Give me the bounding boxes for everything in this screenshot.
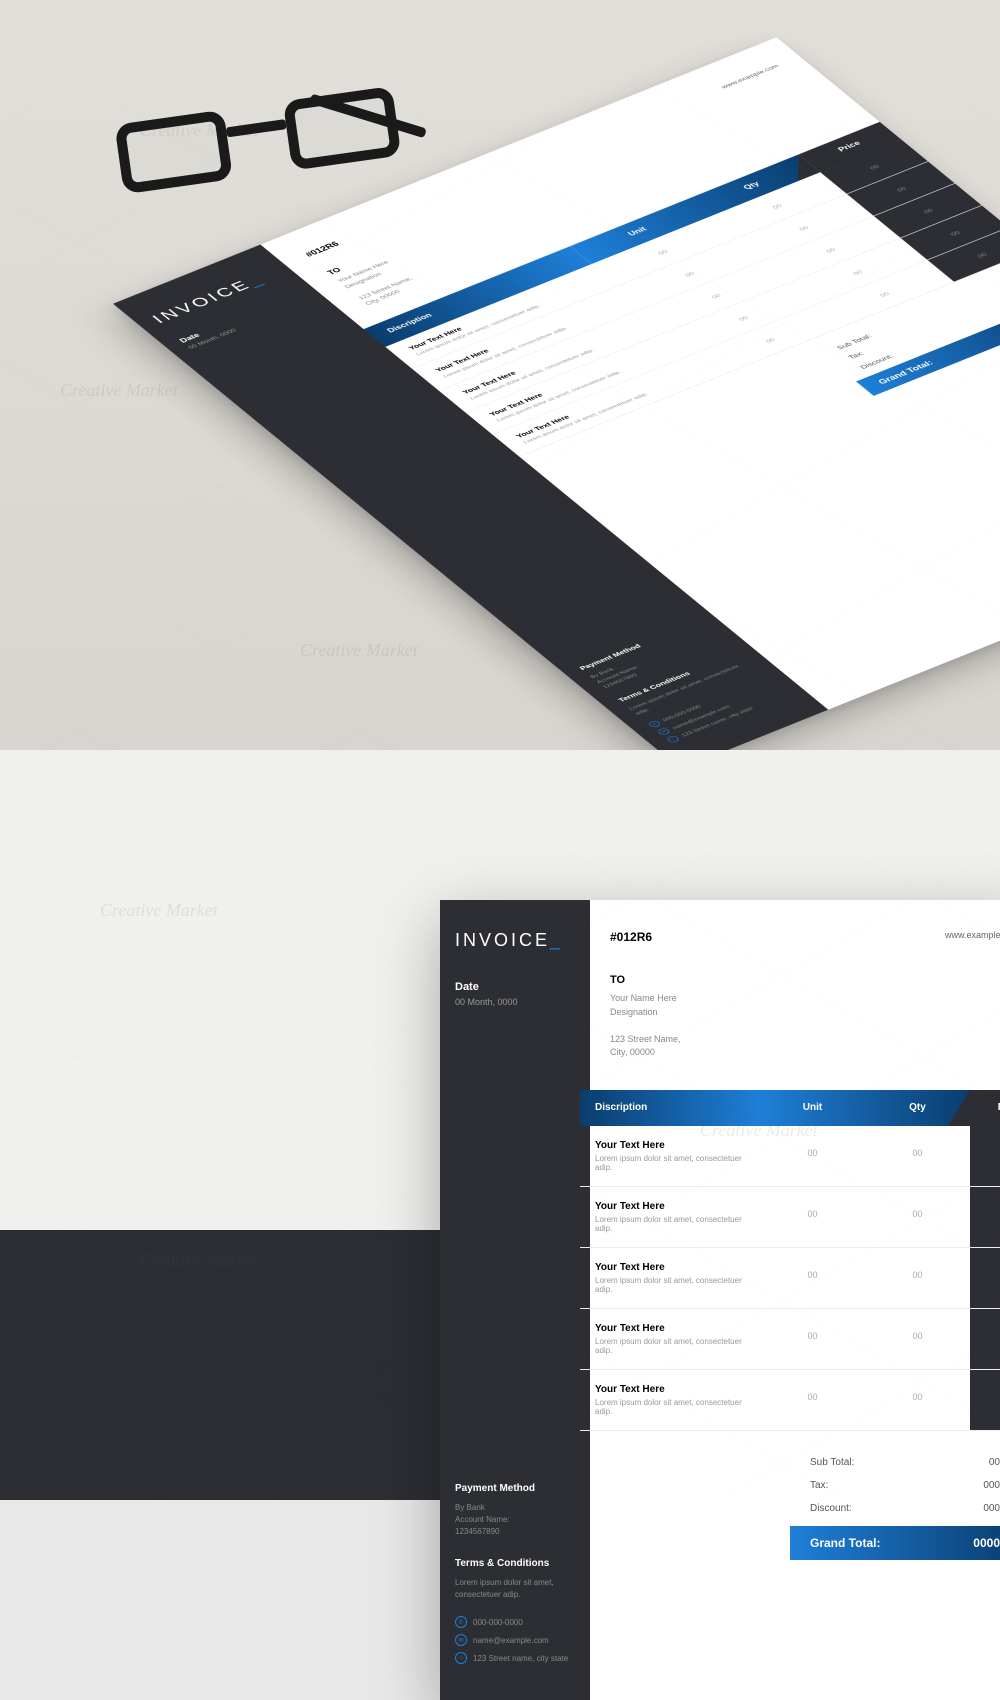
totals-block: Sub Total: 00 Tax: 000 Discount: 000 Grand …: [790, 1451, 1000, 1560]
invoice-sidebar: INVOICE_ Date 00 Month, 0000 Payment Met…: [440, 900, 590, 1700]
mockup-flat-section: INVOICE_ Date 00 Month, 0000 Payment Met…: [0, 750, 1000, 1500]
row-subtitle: Lorem ipsum dolor sit amet, consectetuer…: [595, 1276, 745, 1294]
table-row: Your Text Here Lorem ipsum dolor sit amet…: [580, 1248, 1000, 1309]
date-value: 00 Month, 0000: [455, 997, 575, 1007]
row-title: Your Text Here: [595, 1262, 745, 1273]
terms-text: Lorem ipsum dolor sit amet, consectetuer…: [455, 1577, 575, 1601]
invoice-number: #012R6: [610, 930, 652, 944]
row-price: 00: [970, 1248, 1000, 1308]
contact-block: ✆000-000-0000 ✉name@example.com ⌂123 Str…: [647, 676, 793, 746]
invoice-main: #012R6 www.example.com TO Your Name Here…: [590, 900, 1000, 1700]
watermark-text: Creative Market: [140, 1250, 258, 1271]
mockup-perspective-section: INVOICE_ Date 00 Month, 0000 Payment Met…: [0, 0, 1000, 750]
row-unit: 00: [760, 1384, 865, 1416]
row-price: 00: [970, 1126, 1000, 1186]
payment-method-text: By Bank Account Name: 1234567890: [455, 1502, 575, 1538]
row-subtitle: Lorem ipsum dolor sit amet, consectetuer…: [595, 1337, 745, 1355]
email-icon: ✉: [455, 1634, 467, 1646]
to-label: TO: [610, 974, 1000, 986]
invoice-number: #012R6: [303, 240, 341, 258]
subtotal-value: 00: [989, 1457, 1000, 1468]
row-unit: 00: [760, 1201, 865, 1233]
row-price: 00: [970, 1370, 1000, 1430]
website-url: www.example.com: [720, 63, 783, 91]
row-unit: 00: [760, 1140, 865, 1172]
row-price: 00: [970, 1187, 1000, 1247]
location-icon: ⌂: [666, 735, 681, 744]
watermark-text: Creative Market: [300, 640, 418, 661]
row-qty: 00: [865, 1384, 970, 1416]
table-row: Your Text Here Lorem ipsum dolor sit amet…: [580, 1187, 1000, 1248]
row-subtitle: Lorem ipsum dolor sit amet, consectetuer…: [595, 1398, 745, 1416]
terms-label: Terms & Conditions: [455, 1558, 575, 1569]
row-qty: 00: [865, 1323, 970, 1355]
location-icon: ⌂: [455, 1652, 467, 1664]
row-unit: 00: [760, 1262, 865, 1294]
grand-total-label: Grand Total:: [810, 1536, 880, 1550]
table-row: Your Text Here Lorem ipsum dolor sit amet…: [580, 1309, 1000, 1370]
to-details: Your Name Here Designation 123 Street Na…: [610, 992, 1000, 1060]
invoice-document-flat: INVOICE_ Date 00 Month, 0000 Payment Met…: [440, 900, 1000, 1700]
phone-icon: ✆: [455, 1616, 467, 1628]
contact-block: ✆000-000-0000 ✉name@example.com ⌂123 Str…: [455, 1616, 575, 1670]
row-title: Your Text Here: [595, 1323, 745, 1334]
row-subtitle: Lorem ipsum dolor sit amet, consectetuer…: [595, 1215, 745, 1233]
discount-label: Discount:: [810, 1503, 852, 1514]
watermark-text: Creative Market: [60, 380, 178, 401]
row-title: Your Text Here: [595, 1384, 745, 1395]
discount-value: 000: [983, 1503, 1000, 1514]
watermark-text: Creative Market: [100, 900, 218, 921]
payment-method-label: Payment Method: [455, 1483, 575, 1494]
tax-label: Tax:: [810, 1480, 828, 1491]
row-title: Your Text Here: [595, 1140, 745, 1151]
email-icon: ✉: [656, 727, 671, 736]
row-subtitle: Lorem ipsum dolor sit amet, consectetuer…: [595, 1154, 745, 1172]
row-price: 00: [970, 1309, 1000, 1369]
row-qty: 00: [865, 1262, 970, 1294]
col-price: Price: [970, 1090, 1000, 1126]
row-qty: 00: [865, 1140, 970, 1172]
row-title: Your Text Here: [595, 1201, 745, 1212]
invoice-title: INVOICE_: [455, 930, 575, 951]
subtotal-label: Sub Total:: [810, 1457, 854, 1468]
row-unit: 00: [760, 1323, 865, 1355]
date-label: Date: [455, 981, 575, 993]
website-url: www.example.com: [945, 930, 1000, 944]
phone-icon: ✆: [647, 720, 662, 729]
watermark-text: Creative Market: [700, 1120, 818, 1141]
row-qty: 00: [865, 1201, 970, 1233]
grand-total-value: 0000: [973, 1536, 1000, 1550]
table-row: Your Text Here Lorem ipsum dolor sit amet…: [580, 1370, 1000, 1431]
tax-value: 000: [983, 1480, 1000, 1491]
